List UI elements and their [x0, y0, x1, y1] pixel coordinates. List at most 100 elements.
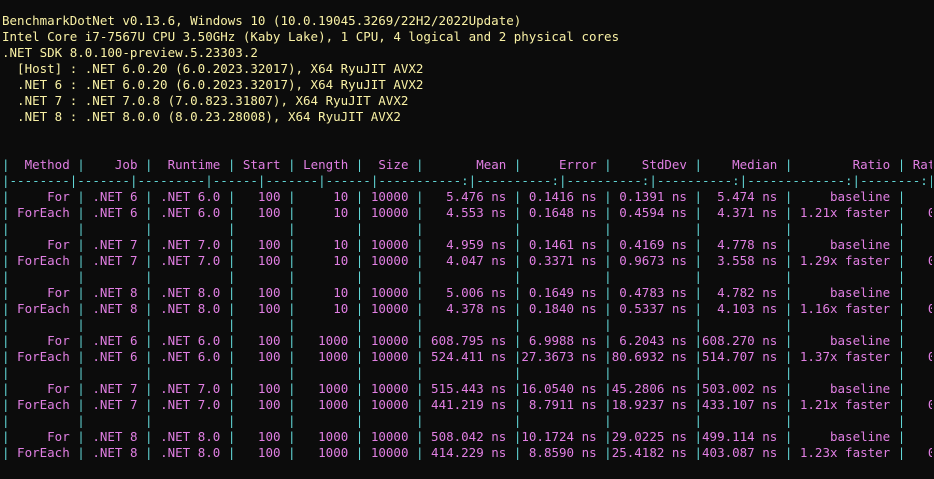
column-separator: |	[604, 317, 612, 332]
column-header-start: Start	[235, 157, 289, 172]
cell-length: 10	[295, 301, 356, 316]
cell-ratiosd	[905, 381, 932, 396]
column-separator: |	[694, 397, 703, 412]
column-separator: |	[129, 173, 138, 188]
cell-error: 0.1416 ns	[521, 189, 605, 204]
column-separator: |	[318, 173, 326, 188]
cell-runtime: .NET 7.0	[152, 381, 228, 396]
cell-runtime: .NET 7.0	[152, 253, 228, 268]
column-separator: |	[77, 189, 85, 204]
separator-cell: ----------:	[566, 173, 650, 188]
separator-cell: -------------:	[747, 173, 853, 188]
cell-size: 10000	[363, 189, 416, 204]
cell-mean: 4.553 ns	[423, 205, 514, 220]
column-separator: |	[416, 381, 424, 396]
column-separator: |	[288, 285, 296, 300]
cell-ratiosd: 0.16x	[927, 301, 932, 316]
column-separator: |	[694, 285, 703, 300]
empty-cell	[153, 365, 228, 380]
empty-cell	[521, 269, 604, 284]
column-separator: |	[604, 221, 612, 236]
cell-start: 100	[235, 189, 289, 204]
column-separator: |	[2, 429, 10, 444]
cell-stddev: 0.4169 ns	[611, 237, 695, 252]
column-separator: |	[604, 365, 612, 380]
column-separator: |	[416, 397, 424, 412]
separator-cell: --------	[9, 173, 70, 188]
column-separator: |	[77, 413, 85, 428]
table-row: | For | .NET 6 | .NET 6.0 | 100 | 10 | 1…	[2, 189, 932, 205]
cell-job: .NET 6	[84, 349, 146, 364]
header-line: BenchmarkDotNet v0.13.6, Windows 10 (10.…	[2, 13, 522, 28]
cell-length: 10	[295, 285, 356, 300]
cell-runtime: .NET 6.0	[152, 333, 228, 348]
cell-size: 10000	[363, 381, 416, 396]
empty-cell	[296, 317, 356, 332]
cell-mean: 608.795 ns	[423, 333, 514, 348]
empty-cell	[10, 365, 78, 380]
column-separator: |	[77, 349, 85, 364]
table-row: | For | .NET 7 | .NET 7.0 | 100 | 1000 |…	[2, 381, 932, 397]
cell-method: ForEach	[9, 205, 78, 220]
column-separator: |	[288, 445, 296, 460]
empty-cell	[85, 365, 145, 380]
column-separator: |	[604, 269, 612, 284]
column-separator: |	[77, 237, 85, 252]
column-header-length: Length	[295, 157, 356, 172]
column-separator: |	[416, 253, 424, 268]
cell-median: 608.270 ns	[702, 333, 785, 348]
column-separator: |	[694, 317, 703, 332]
column-separator: |	[927, 173, 932, 188]
empty-cell	[363, 221, 416, 236]
column-separator: |	[288, 189, 296, 204]
table-spacer-row: | | | | | | | | | | | | |	[2, 365, 932, 381]
cell-error: 0.1649 ns	[521, 285, 605, 300]
column-separator: |	[2, 301, 10, 316]
cell-start: 100	[235, 429, 289, 444]
cell-size: 10000	[363, 429, 416, 444]
column-separator: |	[416, 445, 424, 460]
cell-length: 1000	[295, 397, 356, 412]
cell-ratiosd: 0.29x	[927, 253, 932, 268]
empty-cell	[905, 269, 932, 284]
header-line: .NET SDK 8.0.100-preview.5.23303.2	[2, 45, 258, 60]
empty-cell	[702, 221, 785, 236]
cell-ratio: baseline	[792, 381, 898, 396]
cell-runtime: .NET 7.0	[152, 237, 228, 252]
column-header-size: Size	[363, 157, 416, 172]
column-separator: |	[77, 157, 85, 172]
cell-length: 10	[295, 189, 356, 204]
cell-length: 1000	[295, 429, 356, 444]
column-separator: |	[416, 301, 424, 316]
cell-method: For	[9, 429, 78, 444]
column-separator: |	[288, 413, 296, 428]
empty-cell	[424, 365, 514, 380]
column-separator: |	[77, 285, 85, 300]
cell-size: 10000	[363, 205, 416, 220]
column-separator: |	[2, 349, 10, 364]
column-separator: |	[145, 301, 153, 316]
cell-job: .NET 7	[84, 397, 146, 412]
cell-length: 1000	[295, 333, 356, 348]
empty-cell	[905, 317, 932, 332]
cell-job: .NET 7	[84, 381, 146, 396]
table-spacer-row: | | | | | | | | | | | | |	[2, 221, 932, 237]
cell-stddev: 0.9673 ns	[611, 253, 695, 268]
column-separator: |	[416, 413, 424, 428]
cell-job: .NET 8	[84, 285, 146, 300]
cell-stddev: 80.6932 ns	[611, 349, 695, 364]
column-separator: |	[2, 189, 10, 204]
empty-cell	[792, 413, 897, 428]
cell-start: 100	[235, 445, 289, 460]
empty-cell	[424, 317, 514, 332]
separator-cell: ---------	[137, 173, 206, 188]
cell-error: 27.3673 ns	[521, 349, 605, 364]
empty-cell	[153, 221, 228, 236]
column-separator: |	[288, 269, 296, 284]
separator-cell: ------	[212, 173, 258, 188]
terminal-output: BenchmarkDotNet v0.13.6, Windows 10 (10.…	[2, 13, 932, 461]
column-separator: |	[416, 189, 424, 204]
column-separator: |	[604, 333, 612, 348]
cell-median: 4.782 ns	[702, 285, 785, 300]
empty-cell	[702, 269, 785, 284]
